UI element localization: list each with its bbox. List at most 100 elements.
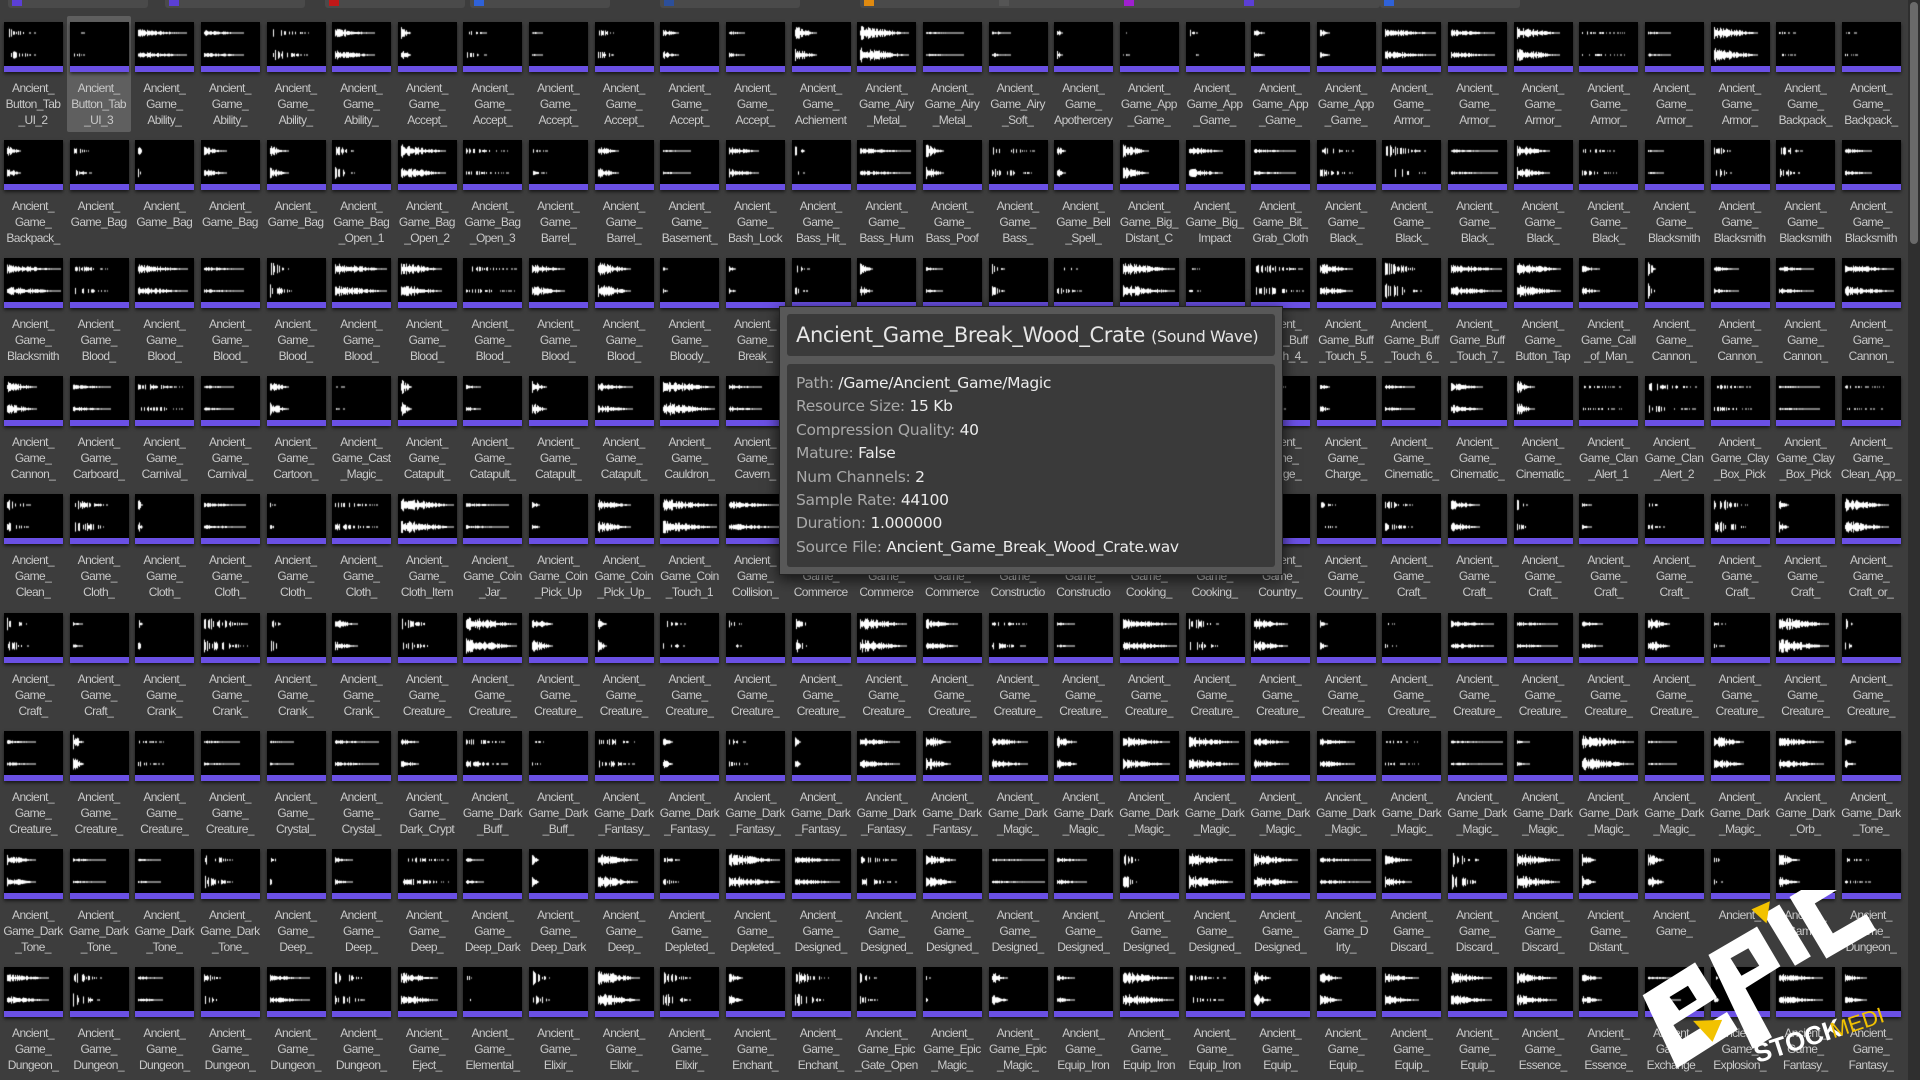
asset-tile[interactable]: Ancient_ Game_ Ability_ — [198, 16, 262, 132]
asset-tile[interactable]: Ancient_ Game_Coin _Jar_ — [460, 488, 524, 604]
asset-tile[interactable]: Ancient_ Game_ Apothercery — [1051, 16, 1115, 132]
asset-tile[interactable]: Ancient_ Game_Dark _Fantasy_ — [723, 725, 787, 841]
asset-tile[interactable]: Ancient_ Game_ Crank_ — [329, 607, 393, 723]
asset-tile[interactable]: Ancient_ Game_ Craft_ — [1708, 488, 1772, 604]
asset-tile[interactable]: Ancient_ Game_ Blood_ — [132, 252, 196, 368]
asset-tile[interactable]: Ancient_ Game_Buff _Touch_5_ — [1314, 252, 1378, 368]
asset-tile[interactable]: Ancient_ Game_Dark _Magic_ — [1576, 725, 1640, 841]
asset-tile[interactable]: Ancient_ Game_ Cinematic_ — [1511, 370, 1575, 486]
asset-tile[interactable]: Ancient_ Game_ Deep_ — [395, 843, 459, 959]
asset-tile[interactable]: Ancient_ Game_ Creature_ — [67, 725, 131, 841]
asset-tile[interactable]: Ancient_ Game_Airy _Metal_ — [854, 16, 918, 132]
asset-tile[interactable]: Ancient_ Game_ Elixir_ — [592, 961, 656, 1077]
asset-tile[interactable]: Ancient_ Button_Tab _UI_2 — [1, 16, 65, 132]
asset-tile[interactable]: Ancient_ Game_ Cloth_ — [67, 488, 131, 604]
asset-tile[interactable]: Ancient_ Game_Dark _Fantasy_ — [657, 725, 721, 841]
asset-tile[interactable]: Ancient_ Game_ Discard_ — [1379, 843, 1443, 959]
asset-tile[interactable]: Ancient_ Game_ Deep_ — [592, 843, 656, 959]
asset-tile[interactable]: Ancient_ Game_ Creature_ — [1708, 607, 1772, 723]
asset-tile[interactable]: Ancient_ Game_ Creature_ — [986, 607, 1050, 723]
asset-tile[interactable]: Ancient_ Game_ Craft_ — [1576, 488, 1640, 604]
asset-tile[interactable]: Ancient_ Game_ Creature_ — [1773, 607, 1837, 723]
asset-tile[interactable]: Ancient_ Game_D Irty_ — [1314, 843, 1378, 959]
asset-tile[interactable]: Ancient_ Game_ Creature_ — [723, 607, 787, 723]
asset-tile[interactable]: Ancient_ Game_ Equip_Iron — [1117, 961, 1181, 1077]
asset-tile[interactable]: Ancient_ Game_ Armor_ — [1511, 16, 1575, 132]
asset-tile[interactable]: Ancient_ Game_ Enchant_ — [723, 961, 787, 1077]
asset-tile[interactable]: Ancient_Game_Dungeon_ — [67, 961, 131, 1077]
asset-tile[interactable]: Ancient_Game_Dungeon_ — [132, 961, 196, 1077]
asset-tile[interactable]: Ancient_ Game_ Backpack_ — [1, 134, 65, 250]
asset-tile[interactable]: Ancient_ Game_ Creature_ — [1, 725, 65, 841]
asset-tile[interactable]: Ancient_ Game_ Creature_ — [1445, 607, 1509, 723]
asset-tile[interactable]: Ancient_ Game_ Deep_ — [264, 843, 328, 959]
asset-tile[interactable]: Ancient_ Game_ Craft_ — [67, 607, 131, 723]
asset-tile[interactable]: Ancient_ Game_Dark _Tone_ — [67, 843, 131, 959]
asset-tile[interactable]: Ancient_ Game_Dark _Magic_ — [1379, 725, 1443, 841]
asset-tile[interactable]: Ancient_ Game_ Break_ — [723, 252, 787, 368]
asset-tile[interactable]: Ancient_ Game_ Equip_ — [1314, 961, 1378, 1077]
asset-tile[interactable]: Ancient_ Game_Dark _Magic_ — [1314, 725, 1378, 841]
asset-tile[interactable]: Ancient_ Game_ Creature_ — [1117, 607, 1181, 723]
asset-tile[interactable]: Ancient_ Game_ Bloody_ — [657, 252, 721, 368]
asset-tile[interactable]: Ancient_ Game_ Designed_ — [1051, 843, 1115, 959]
asset-tile[interactable]: Ancient_ Game_Buff _Touch_6_ — [1379, 252, 1443, 368]
asset-tile[interactable]: Ancient_ Game_ Blood_ — [526, 252, 590, 368]
asset-tile[interactable]: Ancient_ Game_App _Game_ — [1117, 16, 1181, 132]
scrollbar-thumb[interactable] — [1910, 2, 1918, 244]
asset-tile[interactable]: Ancient_ Game_ Creature_ — [854, 607, 918, 723]
asset-tile[interactable]: Ancient_ Game_ Basement_ — [657, 134, 721, 250]
asset-tile[interactable]: Ancient_ Game_ Carnival_ — [198, 370, 262, 486]
asset-tile[interactable]: Ancient_ Game_ Blacksmith — [1839, 134, 1903, 250]
asset-tile[interactable]: Ancient_ Game_ Cloth_ — [264, 488, 328, 604]
asset-tile[interactable]: Ancient_ Game_Dark _Fantasy_ — [592, 725, 656, 841]
asset-tile[interactable]: Ancient_ Game_Dark _Magic_ — [1248, 725, 1312, 841]
asset-tile[interactable]: Ancient_ Game_ Black_ — [1511, 134, 1575, 250]
asset-tile[interactable]: Ancient_ Game_ Designed_ — [986, 843, 1050, 959]
asset-tile[interactable]: Ancient_ Game_Cast _Magic_ — [329, 370, 393, 486]
asset-tile[interactable]: Ancient_ Game_ Creature_ — [1051, 607, 1115, 723]
asset-tile[interactable]: Ancient_ Game_ Blacksmith — [1642, 134, 1706, 250]
asset-tile[interactable]: Ancient_ Game_ Elixir_ — [526, 961, 590, 1077]
asset-tile[interactable]: Ancient_ Game_ Dark_Crypt — [395, 725, 459, 841]
asset-tile[interactable]: Ancient_ Game_ Equip_ — [1445, 961, 1509, 1077]
asset-tile[interactable]: Ancient_ Game_ Cloth_ — [132, 488, 196, 604]
asset-tile[interactable]: Ancient_ Game_ Creature_ — [526, 607, 590, 723]
asset-tile[interactable]: Ancient_ Game_Buff _Touch_7_ — [1445, 252, 1509, 368]
asset-tile[interactable]: Ancient_ Game_ Equip_Iron — [1051, 961, 1115, 1077]
vertical-scrollbar[interactable] — [1908, 0, 1920, 1080]
asset-tile[interactable]: Ancient_ Game_ Barrel_ — [592, 134, 656, 250]
asset-tile[interactable]: Ancient_ Game_Dark _Tone_ — [132, 843, 196, 959]
asset-tile[interactable]: Ancient_ Game_App _Game_ — [1248, 16, 1312, 132]
asset-tile[interactable]: Ancient_ Game_Bit_ Grab_Cloth — [1248, 134, 1312, 250]
asset-tile[interactable]: Ancient_ Game_ Carnival_ — [132, 370, 196, 486]
asset-tile[interactable]: Ancient_ Game_Dark _Fantasy_ — [854, 725, 918, 841]
folder-tab[interactable] — [1120, 0, 1260, 8]
asset-tile[interactable]: Ancient_ Game_Airy _Soft_ — [986, 16, 1050, 132]
asset-tile[interactable]: Ancient_ Game_ Catapult_ — [526, 370, 590, 486]
folder-tab[interactable] — [325, 0, 465, 8]
asset-tile[interactable]: Ancient_ Game_Clay _Box_Pick — [1773, 370, 1837, 486]
asset-tile[interactable]: Ancient_ Game_ Discard_ — [1445, 843, 1509, 959]
asset-tile[interactable]: Ancient_ Game_ Craft_ — [1773, 488, 1837, 604]
asset-tile[interactable]: Ancient_ Game_ Crank_ — [132, 607, 196, 723]
asset-tile[interactable]: Ancient_ Game_ Blood_ — [592, 252, 656, 368]
asset-tile[interactable]: Ancient_ Game_ Bass_Hum — [854, 134, 918, 250]
asset-tile[interactable]: Ancient_ Game_ Achiement — [789, 16, 853, 132]
asset-tile[interactable]: Ancient_ Game_ Craft_ — [1379, 488, 1443, 604]
asset-tile[interactable]: Ancient_ Game_ Creature_ — [789, 607, 853, 723]
asset-tile[interactable]: Ancient_ Game_ Cannon_ — [1642, 252, 1706, 368]
asset-tile[interactable]: Ancient_ Game_ Accept_ — [395, 16, 459, 132]
asset-tile[interactable]: Ancient_ Game_ Depleted_ — [723, 843, 787, 959]
asset-tile[interactable]: Ancient_ Game_ Creature_ — [1511, 607, 1575, 723]
asset-tile[interactable]: Ancient_Game_Charge_ — [1314, 370, 1378, 486]
asset-tile[interactable]: Ancient_ Game_ Cannon_ — [1708, 252, 1772, 368]
folder-tab[interactable] — [165, 0, 305, 8]
asset-tile[interactable]: Ancient_ Game_Epic _Magic_ — [920, 961, 984, 1077]
asset-tile[interactable]: Ancient_ Game_ Designed_ — [1248, 843, 1312, 959]
asset-tile[interactable]: Ancient_ Game_Clan _Alert_2 — [1642, 370, 1706, 486]
folder-tab[interactable] — [1380, 0, 1520, 8]
asset-tile[interactable]: Ancient_ Game_ Clean_ — [1, 488, 65, 604]
asset-tile[interactable]: Ancient_ Game_ Backpack_ — [1839, 16, 1903, 132]
asset-tile[interactable]: Ancient_ Game_Dark _Magic_ — [1183, 725, 1247, 841]
